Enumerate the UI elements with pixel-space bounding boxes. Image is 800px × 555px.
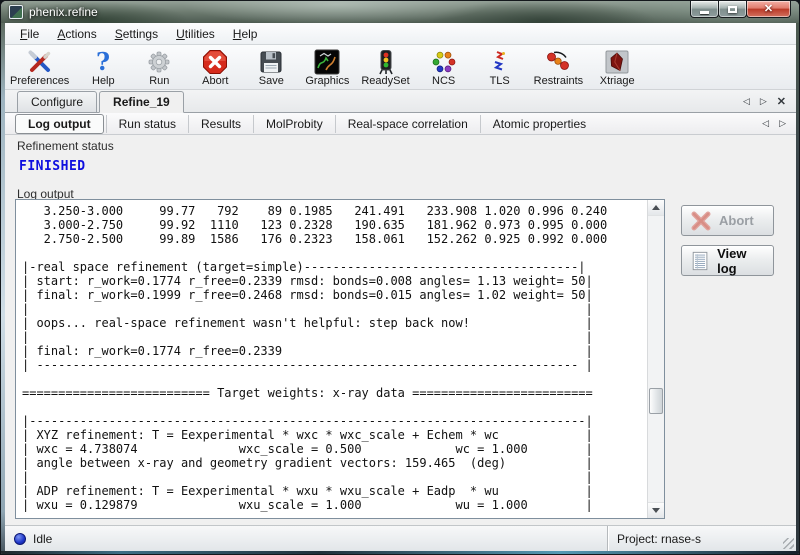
toolbar-abort-button[interactable]: Abort <box>190 47 240 87</box>
phenix-refine-window: phenix.refine ✕ File Actions Settings Ut… <box>0 0 800 555</box>
toolbar-readyset-button[interactable]: ReadySet <box>358 47 412 87</box>
main-tab-nav: ◁ ▷ ✕ <box>743 95 796 112</box>
gear-icon <box>146 48 173 75</box>
window-frame-bottom <box>1 551 799 554</box>
resize-grip[interactable] <box>783 538 794 549</box>
ncs-ring-icon <box>430 48 457 75</box>
close-button[interactable]: ✕ <box>746 1 791 18</box>
window-frame-right <box>796 23 799 554</box>
log-scrollbar[interactable] <box>647 200 664 518</box>
scrollbar-thumb[interactable] <box>649 388 663 414</box>
subtab-run-status[interactable]: Run status <box>106 115 188 133</box>
tools-icon <box>26 48 53 75</box>
subtab-real-space-correlation[interactable]: Real-space correlation <box>335 115 480 133</box>
xtriage-crystal-icon <box>604 48 631 75</box>
toolbar-tls-button[interactable]: TLS <box>475 47 525 87</box>
subtab-molprobity[interactable]: MolProbity <box>253 115 335 133</box>
tls-molecule-icon <box>486 48 513 75</box>
toolbar: Preferences ? Help <box>5 45 796 90</box>
question-icon: ? <box>90 48 117 75</box>
scroll-down-button[interactable] <box>648 502 664 518</box>
toolbar-ncs-button[interactable]: NCS <box>419 47 469 87</box>
window-controls: ✕ <box>691 1 791 18</box>
app-icon[interactable] <box>9 5 23 19</box>
log-text: 3.250-3.000 99.77 792 89 0.1985 241.491 … <box>16 200 664 516</box>
toolbar-label: NCS <box>432 75 455 87</box>
scroll-down-icon <box>652 508 660 513</box>
floppy-icon <box>258 48 285 75</box>
minimize-icon <box>700 11 709 14</box>
minimize-button[interactable] <box>690 1 719 18</box>
molecule-graphics-icon <box>314 48 341 75</box>
status-bar: Idle Project: rnase-s <box>5 525 796 551</box>
toolbar-label: Help <box>92 75 115 87</box>
toolbar-label: Restraints <box>534 75 584 87</box>
abort-x-icon <box>690 210 712 232</box>
log-output-panel: Refinement status FINISHED Log output 3.… <box>5 135 796 525</box>
menu-settings[interactable]: Settings <box>106 24 167 44</box>
tab-close-icon[interactable]: ✕ <box>777 95 786 108</box>
abort-side-button-label: Abort <box>719 213 754 228</box>
subtab-log-output[interactable]: Log output <box>15 114 104 134</box>
maximize-button[interactable] <box>718 1 747 18</box>
toolbar-restraints-button[interactable]: Restraints <box>531 47 587 87</box>
toolbar-save-button[interactable]: Save <box>246 47 296 87</box>
subtab-scroll-left-icon[interactable]: ◁ <box>762 118 769 129</box>
status-project-section: Project: rnase-s <box>607 526 796 551</box>
toolbar-preferences-button[interactable]: Preferences <box>7 47 72 87</box>
abort-side-button[interactable]: Abort <box>681 205 774 236</box>
main-tab-bar: Configure Refine_19 ◁ ▷ ✕ <box>5 90 796 113</box>
toolbar-label: Run <box>149 75 169 87</box>
toolbar-help-button[interactable]: ? Help <box>78 47 128 87</box>
menu-file[interactable]: File <box>11 24 48 44</box>
refinement-status-value: FINISHED <box>19 159 86 174</box>
tab-configure[interactable]: Configure <box>17 91 97 113</box>
toolbar-label: Save <box>259 75 284 87</box>
toolbar-label: Graphics <box>305 75 349 87</box>
scroll-up-icon <box>652 205 660 210</box>
toolbar-label: ReadySet <box>361 75 409 87</box>
toolbar-label: Abort <box>202 75 228 87</box>
subtab-results[interactable]: Results <box>188 115 253 133</box>
title-bar[interactable]: phenix.refine <box>1 1 799 23</box>
menu-actions[interactable]: Actions <box>48 24 105 44</box>
toolbar-xtriage-button[interactable]: Xtriage <box>592 47 642 87</box>
toolbar-label: Preferences <box>10 75 69 87</box>
tab-scroll-left-icon[interactable]: ◁ <box>743 96 750 107</box>
view-log-button[interactable]: View log <box>681 245 774 276</box>
svg-text:?: ? <box>96 49 110 75</box>
subtab-atomic-properties[interactable]: Atomic properties <box>480 115 598 133</box>
status-state-section: Idle <box>5 526 607 551</box>
status-idle-icon <box>14 533 26 545</box>
sub-tab-bar: Log output Run status Results MolProbity… <box>5 113 796 135</box>
tab-refine-19[interactable]: Refine_19 <box>99 91 184 113</box>
toolbar-label: TLS <box>490 75 510 87</box>
toolbar-graphics-button[interactable]: Graphics <box>302 47 352 87</box>
maximize-icon <box>728 6 737 13</box>
refinement-status-caption: Refinement status <box>17 139 114 153</box>
view-log-button-label: View log <box>717 246 765 276</box>
close-icon: ✕ <box>764 4 773 15</box>
menu-help[interactable]: Help <box>224 24 267 44</box>
sub-tab-nav: ◁ ▷ <box>762 118 796 129</box>
menu-bar: File Actions Settings Utilities Help <box>5 23 796 45</box>
status-state-text: Idle <box>33 532 52 546</box>
restraints-icon <box>545 48 572 75</box>
status-project-text: Project: rnase-s <box>617 532 701 546</box>
subtab-scroll-right-icon[interactable]: ▷ <box>779 118 786 129</box>
window-title: phenix.refine <box>29 5 98 19</box>
tab-scroll-right-icon[interactable]: ▷ <box>760 96 767 107</box>
log-text-area[interactable]: 3.250-3.000 99.77 792 89 0.1985 241.491 … <box>15 199 665 519</box>
menu-utilities[interactable]: Utilities <box>167 24 224 44</box>
toolbar-run-button[interactable]: Run <box>134 47 184 87</box>
toolbar-label: Xtriage <box>600 75 635 87</box>
stop-icon <box>202 48 229 75</box>
scroll-up-button[interactable] <box>648 200 664 216</box>
log-document-icon <box>690 250 710 272</box>
traffic-light-icon <box>372 48 399 75</box>
